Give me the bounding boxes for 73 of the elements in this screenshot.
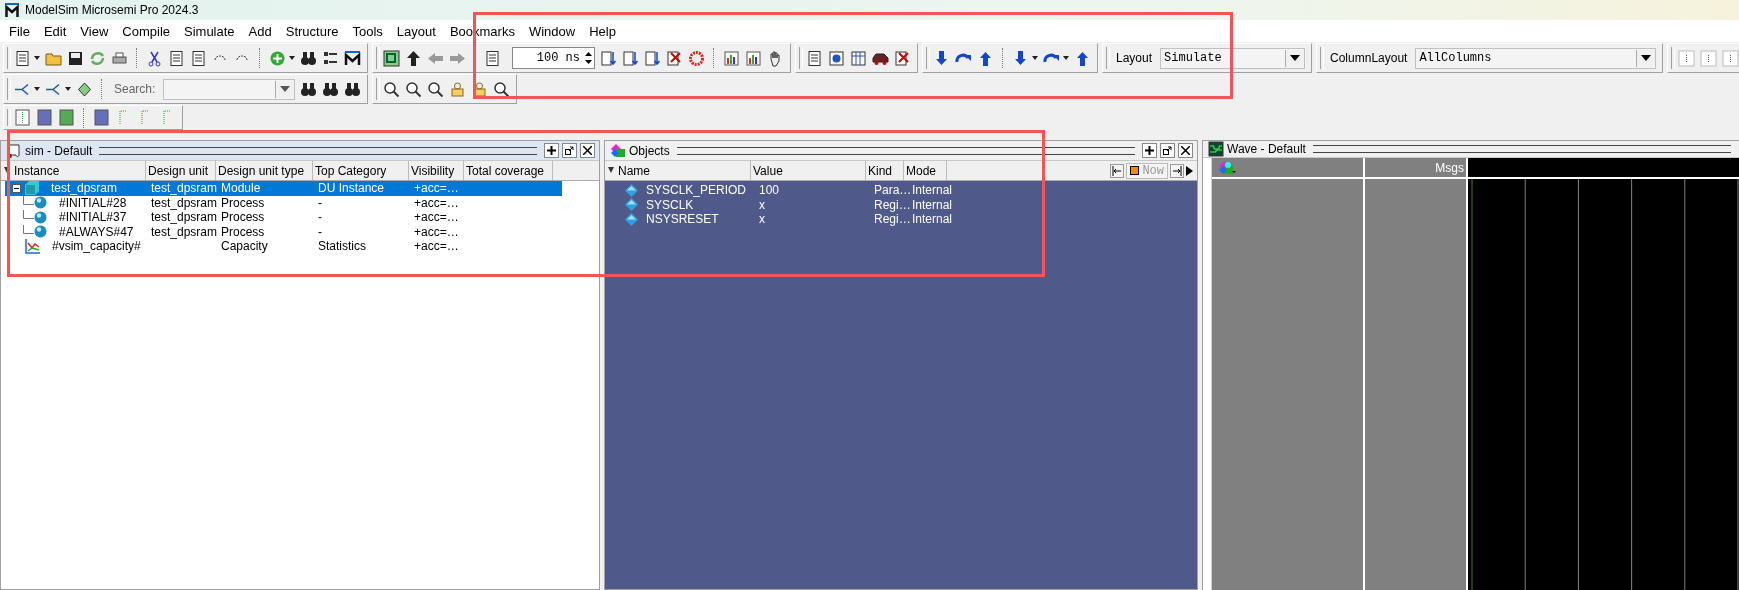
table-cell: Para…: [874, 183, 912, 198]
table-cell: Process: [221, 210, 265, 225]
column-header[interactable]: Kind: [866, 161, 904, 180]
instance-name: #INITIAL#28: [59, 195, 127, 210]
table-cell: Statistics: [318, 239, 366, 254]
table-cell: Internal: [912, 197, 953, 212]
table-cell: Internal: [912, 183, 953, 198]
tree-row[interactable]: #INITIAL#28 test_dpsram Process - +acc=…: [5, 195, 562, 210]
table-cell: test_dpsram: [151, 224, 218, 239]
table-cell: +acc=…: [414, 210, 459, 225]
column-header[interactable]: Design unit: [146, 161, 216, 180]
tree-row[interactable]: #ALWAYS#47 test_dpsram Process - +acc=…: [5, 224, 562, 239]
panel-title: Objects: [629, 143, 670, 158]
column-header[interactable]: Top Category: [313, 161, 409, 180]
menu-item[interactable]: File: [2, 23, 37, 39]
menu-item[interactable]: Simulate: [177, 23, 242, 39]
menu-item[interactable]: Help: [582, 23, 623, 39]
table-cell: 100: [759, 183, 780, 198]
panel-title: Wave - Default: [1227, 142, 1306, 156]
tree-row[interactable]: #vsim_capacity# Capacity Statistics +acc=…: [5, 239, 562, 254]
table-cell: Process: [221, 224, 265, 239]
instance-name: test_dpsram: [51, 181, 118, 196]
signal-name[interactable]: SYSCLK_PERIOD: [646, 183, 747, 198]
table-cell: -: [318, 210, 322, 225]
table-cell: DU Instance: [318, 181, 385, 196]
menu-item[interactable]: Layout: [389, 23, 443, 39]
menu-item[interactable]: Structure: [278, 23, 346, 39]
instance-name: #INITIAL#37: [59, 210, 127, 225]
table-cell: +acc=…: [414, 224, 459, 239]
instance-name: #vsim_capacity#: [52, 239, 141, 254]
run-length-field[interactable]: 100 ns: [512, 47, 595, 69]
table-cell: test_dpsram: [151, 181, 218, 196]
column-header[interactable]: Mode: [904, 161, 947, 180]
layout-label: Layout: [1115, 51, 1154, 65]
table-cell: Process: [221, 195, 265, 210]
table-cell: -: [318, 195, 322, 210]
table-cell: test_dpsram: [151, 210, 218, 225]
layout-dropdown[interactable]: Simulate: [1160, 47, 1306, 69]
menu-item[interactable]: Add: [241, 23, 279, 39]
table-cell: Module: [221, 181, 261, 196]
column-header[interactable]: Design unit type: [216, 161, 313, 180]
table-cell: +acc=…: [414, 181, 459, 196]
window-title: ModelSim Microsemi Pro 2024.3: [25, 3, 199, 17]
column-layout-label: ColumnLayout: [1329, 51, 1409, 65]
table-cell: Regi…: [874, 197, 911, 212]
tree-row[interactable]: test_dpsram test_dpsram Module DU Instance +acc=…: [5, 181, 562, 196]
menu-item[interactable]: View: [73, 23, 116, 39]
signal-name[interactable]: NSYSRESET: [646, 212, 719, 227]
panel-title: sim - Default: [25, 143, 93, 158]
table-cell: Regi…: [874, 212, 911, 227]
column-header[interactable]: Visibility: [409, 161, 464, 180]
column-header[interactable]: Value: [751, 161, 866, 180]
table-cell: x: [759, 212, 765, 227]
table-cell: +acc=…: [414, 195, 459, 210]
table-cell: x: [759, 197, 765, 212]
menu-item[interactable]: Window: [521, 23, 583, 39]
signal-name[interactable]: SYSCLK: [646, 197, 694, 212]
menu-item[interactable]: Compile: [115, 23, 177, 39]
column-header[interactable]: Name: [616, 161, 751, 180]
msgs-header: Msgs: [1435, 160, 1464, 175]
table-cell: test_dpsram: [151, 195, 218, 210]
column-header[interactable]: Total coverage: [464, 161, 553, 180]
menu-item[interactable]: Tools: [345, 23, 390, 39]
instance-name: #ALWAYS#47: [59, 224, 134, 239]
table-cell: -: [318, 224, 322, 239]
column-header[interactable]: Instance: [12, 161, 146, 180]
search-label: Search:: [113, 82, 157, 96]
column-layout-dropdown[interactable]: AllColumns: [1415, 47, 1657, 69]
tree-row[interactable]: #INITIAL#37 test_dpsram Process - +acc=…: [5, 210, 562, 225]
table-cell: +acc=…: [414, 239, 459, 254]
table-cell: Capacity: [221, 239, 268, 254]
table-cell: Internal: [912, 212, 953, 227]
menu-item[interactable]: Edit: [36, 23, 74, 39]
